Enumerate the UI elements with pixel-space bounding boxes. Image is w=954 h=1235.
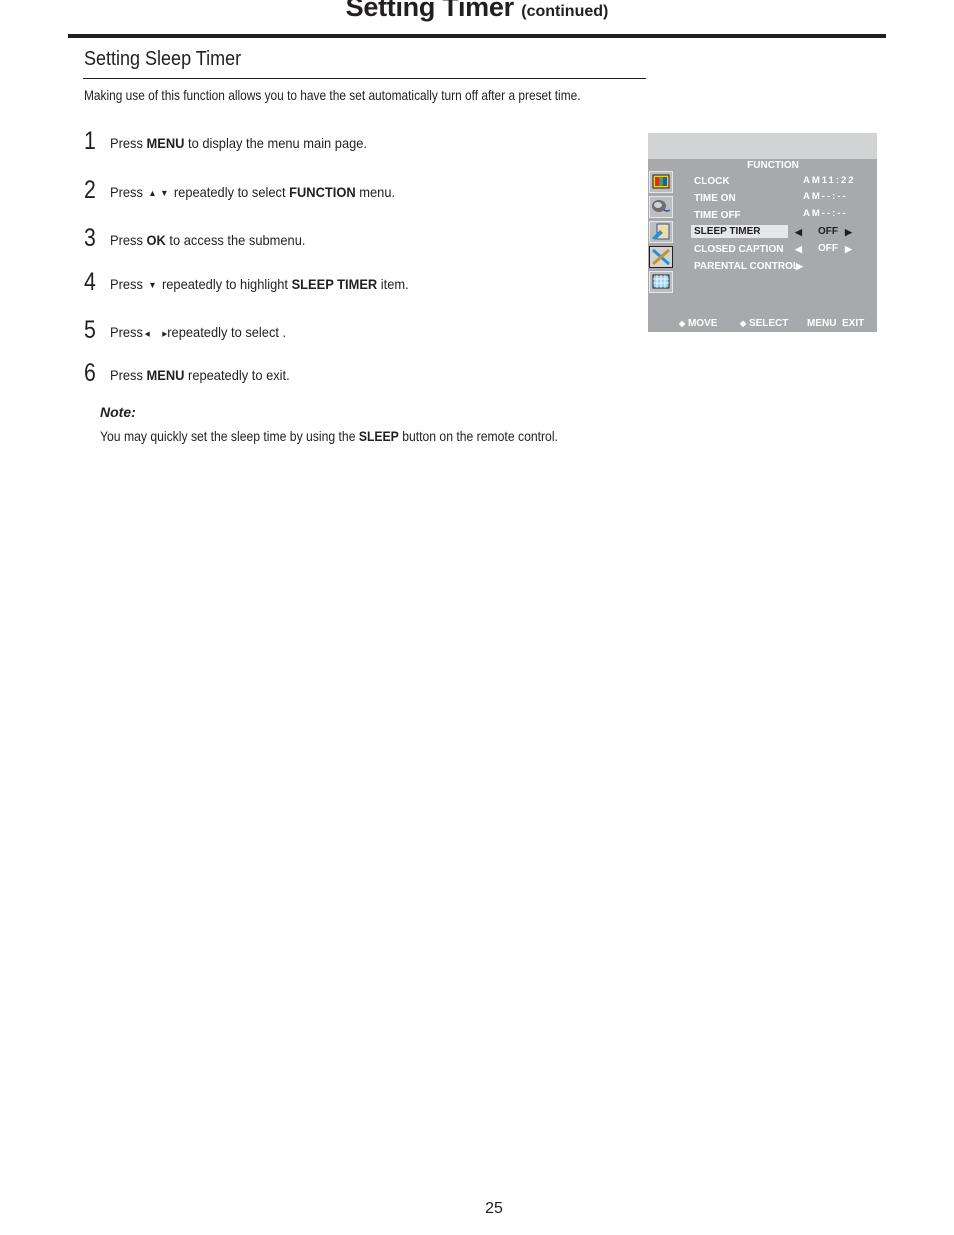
step-text: Press MENU to display the menu main page… xyxy=(110,135,367,151)
step-text-post: to display the menu main page. xyxy=(184,135,368,151)
osd-footer-exit: MENU EXIT xyxy=(807,318,864,329)
left-arrow-icon: ◀ xyxy=(144,331,150,338)
step-text-pre: Press xyxy=(110,367,147,383)
down-arrow-icon: ▼ xyxy=(148,280,157,290)
osd-footer-exit-label: EXIT xyxy=(842,318,865,329)
page-title-main: Setting Timer xyxy=(345,0,514,22)
step-text: Press MENU repeatedly to exit. xyxy=(110,367,290,383)
step-text-pre: Press xyxy=(110,324,143,340)
osd-item-clock: CLOCK xyxy=(691,175,733,188)
step-text-post: repeatedly to select . xyxy=(167,324,287,340)
section-title: Setting Sleep Timer xyxy=(84,48,242,70)
osd-footer-select: ◆ SELECT xyxy=(740,318,788,329)
step-text-mid: repeatedly to select xyxy=(170,184,290,200)
step-text: Press ◀ ▶repeatedly to select . xyxy=(110,324,286,343)
step-text: Press OK to access the submenu. xyxy=(110,232,305,248)
title-divider xyxy=(68,34,886,38)
up-arrow-icon: ▲ xyxy=(148,188,157,198)
osd-footer-move: ◆ MOVE xyxy=(679,318,717,329)
note-key: SLEEP xyxy=(358,428,399,444)
osd-item-sleep-timer: SLEEP TIMER xyxy=(691,225,788,238)
step-number: 3 xyxy=(84,224,96,252)
step-text-post: item. xyxy=(377,276,409,292)
note-label: Note: xyxy=(100,404,136,420)
function-icon xyxy=(649,246,673,268)
osd-item-label: CLOCK xyxy=(694,176,730,187)
sound-icon xyxy=(649,196,673,218)
step-text: Press ▼ repeatedly to highlight SLEEP TI… xyxy=(110,276,409,293)
right-arrow-icon: ▶ xyxy=(845,244,852,254)
page-number: 25 xyxy=(485,1200,503,1217)
step-text-post: menu. xyxy=(355,184,396,200)
step-text-pre: Press xyxy=(110,135,147,151)
step-key: FUNCTION xyxy=(289,184,356,200)
osd-item-parental-control: PARENTAL CONTROL xyxy=(691,260,802,273)
channel-icon xyxy=(649,221,673,243)
osd-item-label: TIME ON xyxy=(694,193,736,204)
step-text-pre: Press xyxy=(110,232,147,248)
diamond-icon: ◆ xyxy=(740,319,747,328)
note-text-post: button on the remote control. xyxy=(398,428,558,444)
right-arrow-icon: ▶ xyxy=(845,227,852,237)
page-title: Setting Timer (continued) xyxy=(0,0,954,23)
step-text-post: to access the submenu. xyxy=(165,232,306,248)
step-key: MENU xyxy=(146,135,185,151)
osd-item-label: TIME OFF xyxy=(694,210,741,221)
diamond-icon: ◆ xyxy=(679,319,686,328)
step-text: Press ▲ ▼ repeatedly to select FUNCTION m… xyxy=(110,184,395,201)
osd-item-label: PARENTAL CONTROL xyxy=(694,261,799,272)
page-title-subtitle: (continued) xyxy=(521,3,609,20)
submenu-arrow-icon: ▶ xyxy=(796,261,803,271)
step-key: SLEEP TIMER xyxy=(291,276,378,292)
osd-item-time-off-value: AM--:-- xyxy=(803,208,848,219)
down-arrow-icon: ▼ xyxy=(160,188,169,198)
osd-item-clock-value: AM11:22 xyxy=(803,175,856,186)
left-arrow-icon: ◀ xyxy=(795,244,802,254)
osd-item-sleep-timer-value: OFF xyxy=(818,226,838,237)
step-number: 6 xyxy=(84,359,96,387)
osd-footer-move-label: MOVE xyxy=(687,318,718,329)
osd-item-time-on: TIME ON xyxy=(691,192,739,205)
osd-footer-select-label: SELECT xyxy=(748,318,789,329)
grid-icon xyxy=(649,271,673,293)
osd-item-closed-caption-value: OFF xyxy=(818,243,838,254)
step-number: 4 xyxy=(84,268,96,296)
note: Note: You may quickly set the sleep time… xyxy=(100,404,626,444)
step-number: 5 xyxy=(84,316,96,344)
osd-item-label: SLEEP TIMER xyxy=(691,225,788,238)
left-arrow-icon: ◀ xyxy=(795,227,802,237)
osd-item-time-on-value: AM--:-- xyxy=(803,191,848,202)
step-key: OK xyxy=(146,232,166,248)
osd-item-label: CLOSED CAPTION xyxy=(694,244,784,255)
osd-item-closed-caption: CLOSED CAPTION xyxy=(691,243,786,256)
section-divider xyxy=(83,78,646,79)
picture-icon xyxy=(649,171,673,193)
step-text-pre: Press xyxy=(110,276,143,292)
step-number: 2 xyxy=(84,176,96,204)
osd-menu-screenshot: FUNCTION CLOCK AM11:22 TIME ON AM--:-- T… xyxy=(648,133,877,332)
step-text-pre: Press xyxy=(110,184,143,200)
step-number: 1 xyxy=(84,127,96,155)
osd-item-time-off: TIME OFF xyxy=(691,209,744,222)
osd-top-bar xyxy=(648,133,877,159)
osd-menu-title: FUNCTION xyxy=(747,160,799,171)
step-key: MENU xyxy=(146,367,185,383)
osd-footer-menu-label: MENU xyxy=(807,318,837,329)
step-text-post: repeatedly to exit. xyxy=(184,367,290,383)
note-text-pre: You may quickly set the sleep time by us… xyxy=(100,428,359,444)
step-text-mid: repeatedly to highlight xyxy=(158,276,292,292)
intro-text: Making use of this function allows you t… xyxy=(84,87,581,103)
note-body: You may quickly set the sleep time by us… xyxy=(100,428,558,444)
